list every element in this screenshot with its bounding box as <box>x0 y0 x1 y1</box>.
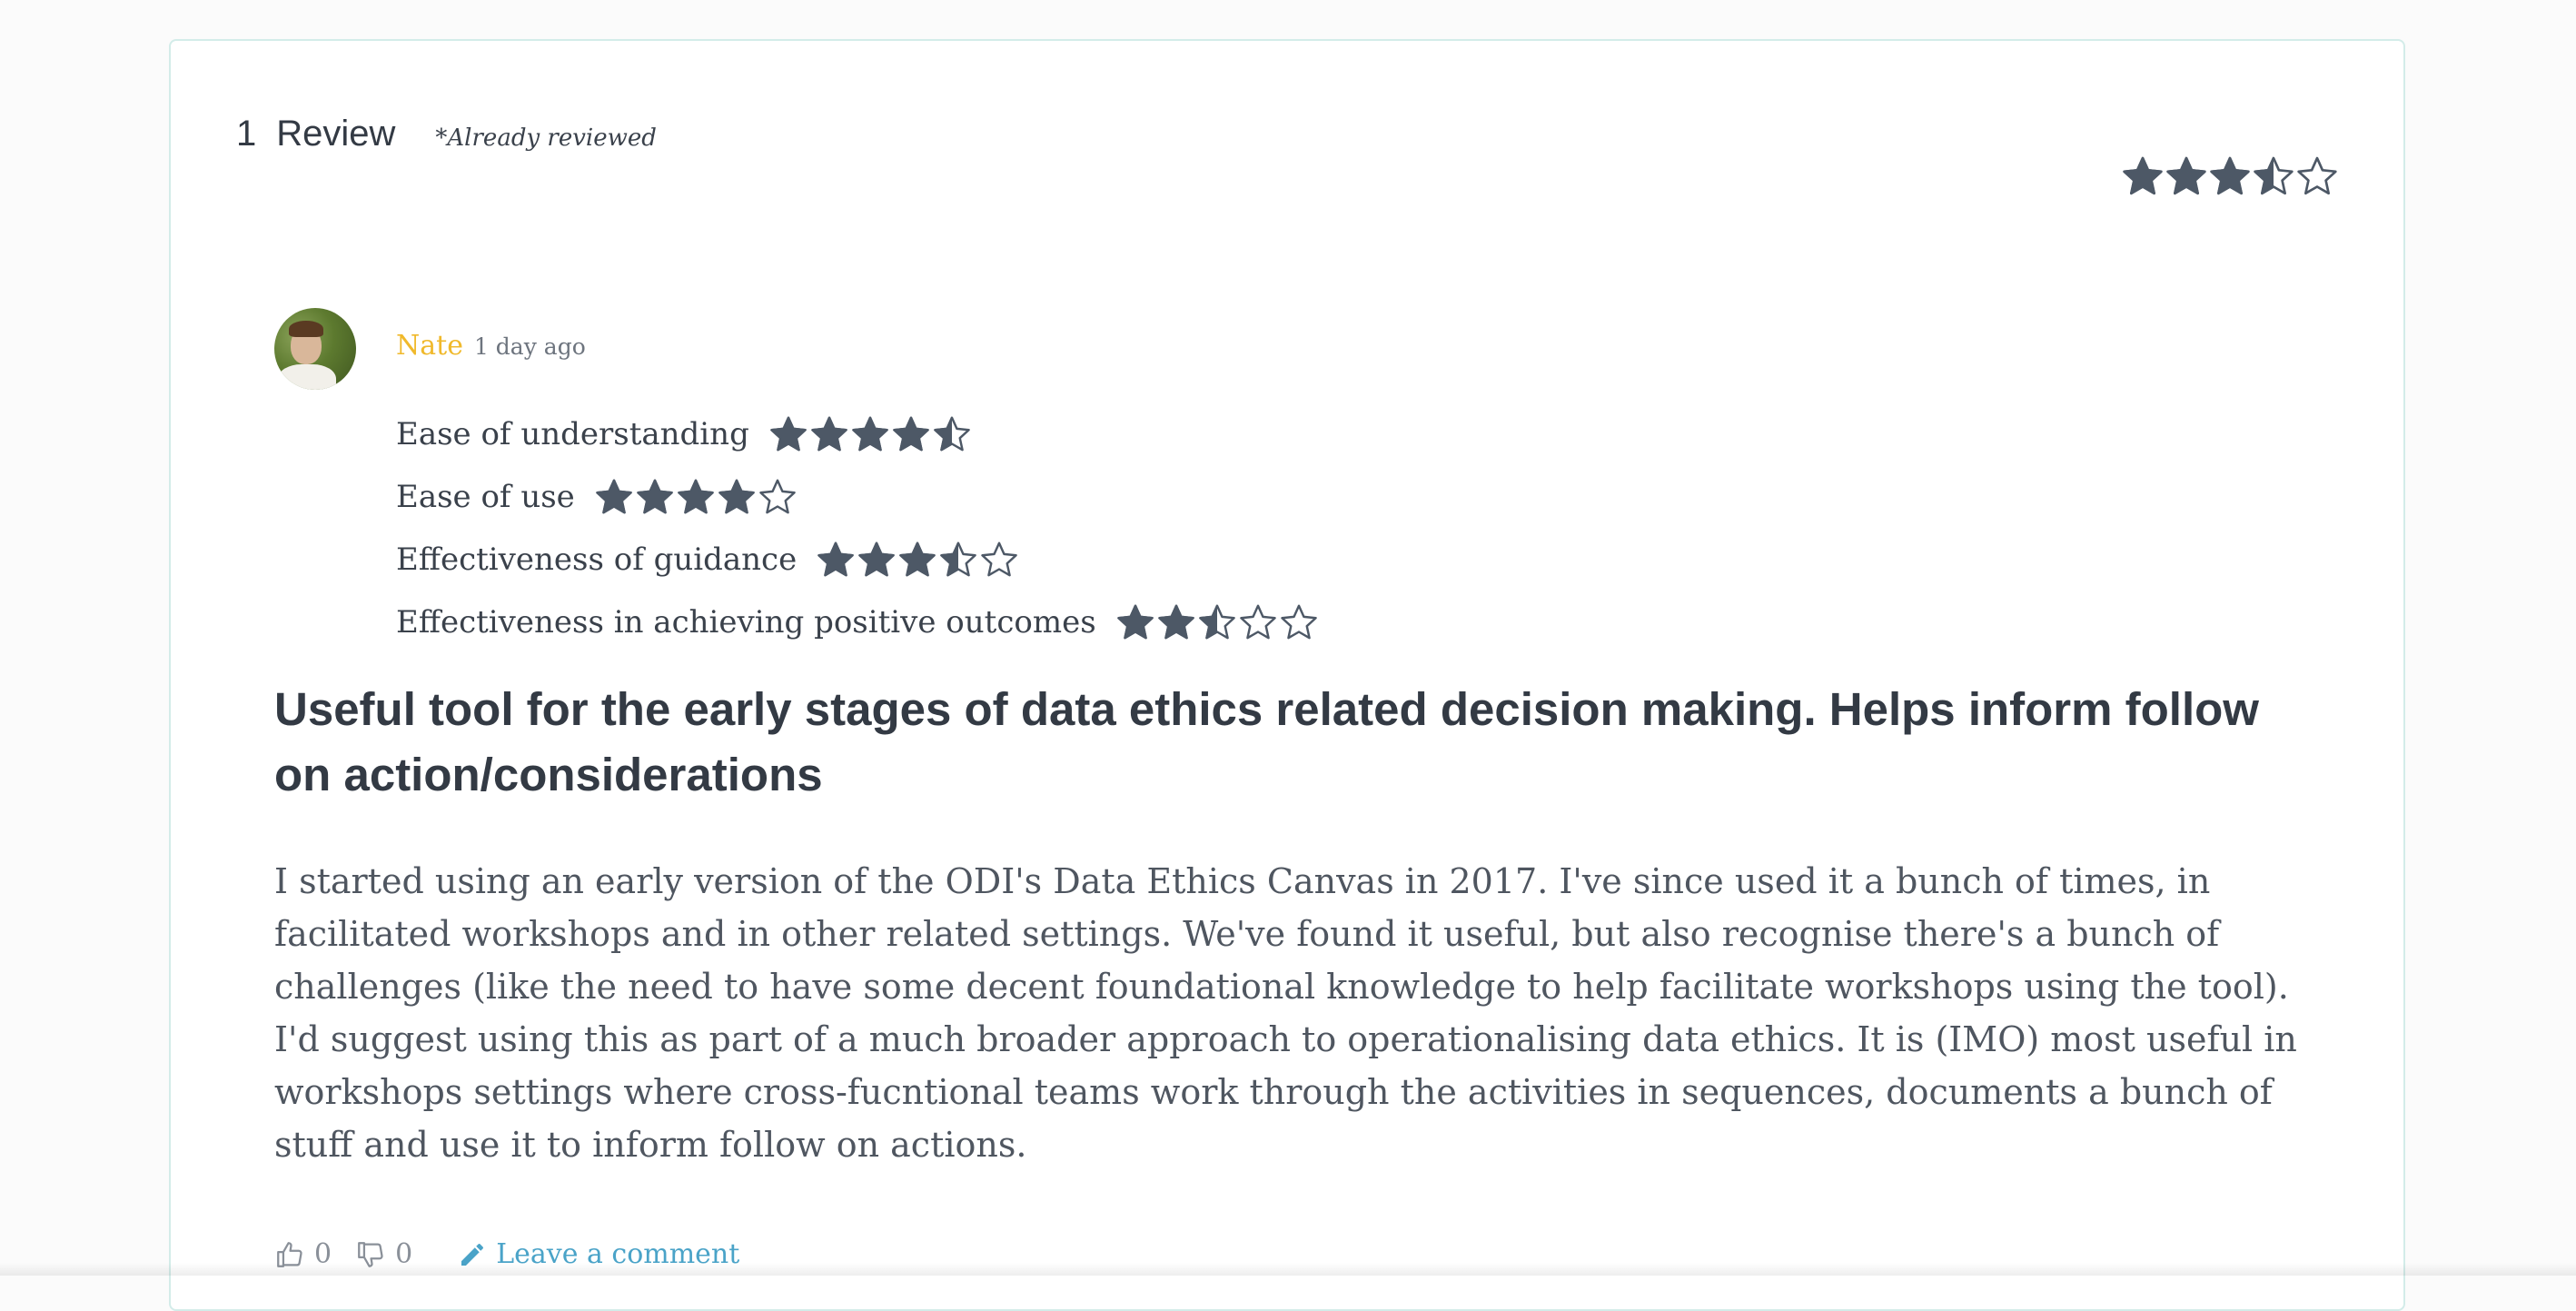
rating-stars <box>817 541 1021 579</box>
star-full-icon <box>2122 155 2164 197</box>
star-half-icon <box>1198 603 1236 641</box>
star-half-icon <box>2253 155 2294 197</box>
already-reviewed-note: *Already reviewed <box>435 124 657 152</box>
rating-row-effectiveness-of-guidance: Effectiveness of guidance <box>396 528 1321 591</box>
star-empty-icon <box>1239 603 1277 641</box>
star-half-icon <box>939 541 977 579</box>
review-count-number: 1 <box>236 114 257 154</box>
rating-row-ease-of-understanding: Ease of understanding <box>396 402 1321 465</box>
review-author-name[interactable]: Nate <box>396 330 463 362</box>
star-full-icon <box>677 478 715 516</box>
star-full-icon <box>857 541 896 579</box>
review-count-label: Review <box>276 114 396 154</box>
rating-label: Effectiveness of guidance <box>396 541 798 578</box>
overall-rating-stars <box>2122 155 2340 197</box>
rating-row-effectiveness-in-achieving-positive-outcomes: Effectiveness in achieving positive outc… <box>396 591 1321 653</box>
review-timestamp: 1 day ago <box>473 333 586 360</box>
rating-stars <box>595 478 799 516</box>
star-full-icon <box>2209 155 2251 197</box>
star-empty-icon <box>758 478 797 516</box>
user-avatar-photo[interactable] <box>274 308 356 390</box>
rating-label: Effectiveness in achieving positive outc… <box>396 603 1096 641</box>
review-body: I started using an early version of the … <box>274 861 2297 1165</box>
star-full-icon <box>892 415 930 453</box>
review-card: 1 Review *Already reviewed Nate 1 day ag… <box>169 39 2405 1311</box>
avatar-hair <box>289 321 323 337</box>
rating-stars <box>1116 603 1321 641</box>
star-empty-icon <box>1280 603 1318 641</box>
criteria-ratings: Ease of understanding Ease of use Effect… <box>396 416 1321 653</box>
star-full-icon <box>718 478 756 516</box>
star-full-icon <box>851 415 889 453</box>
star-full-icon <box>1116 603 1154 641</box>
avatar-shirt <box>278 364 336 390</box>
page-bottom-shadow <box>0 1263 2576 1276</box>
star-empty-icon <box>2296 155 2338 197</box>
rating-row-ease-of-use: Ease of use <box>396 465 1321 528</box>
star-full-icon <box>1157 603 1195 641</box>
star-full-icon <box>810 415 848 453</box>
star-full-icon <box>898 541 936 579</box>
star-full-icon <box>817 541 855 579</box>
star-full-icon <box>636 478 674 516</box>
star-full-icon <box>2165 155 2207 197</box>
rating-label: Ease of use <box>396 478 575 515</box>
star-empty-icon <box>980 541 1018 579</box>
star-half-icon <box>933 415 971 453</box>
review-count-heading: 1 Review *Already reviewed <box>236 114 657 154</box>
star-full-icon <box>595 478 633 516</box>
review-title: Useful tool for the early stages of data… <box>274 683 2259 800</box>
review-meta: Nate 1 day ago <box>396 330 586 362</box>
rating-stars <box>769 415 974 453</box>
rating-label: Ease of understanding <box>396 415 749 452</box>
star-full-icon <box>769 415 807 453</box>
